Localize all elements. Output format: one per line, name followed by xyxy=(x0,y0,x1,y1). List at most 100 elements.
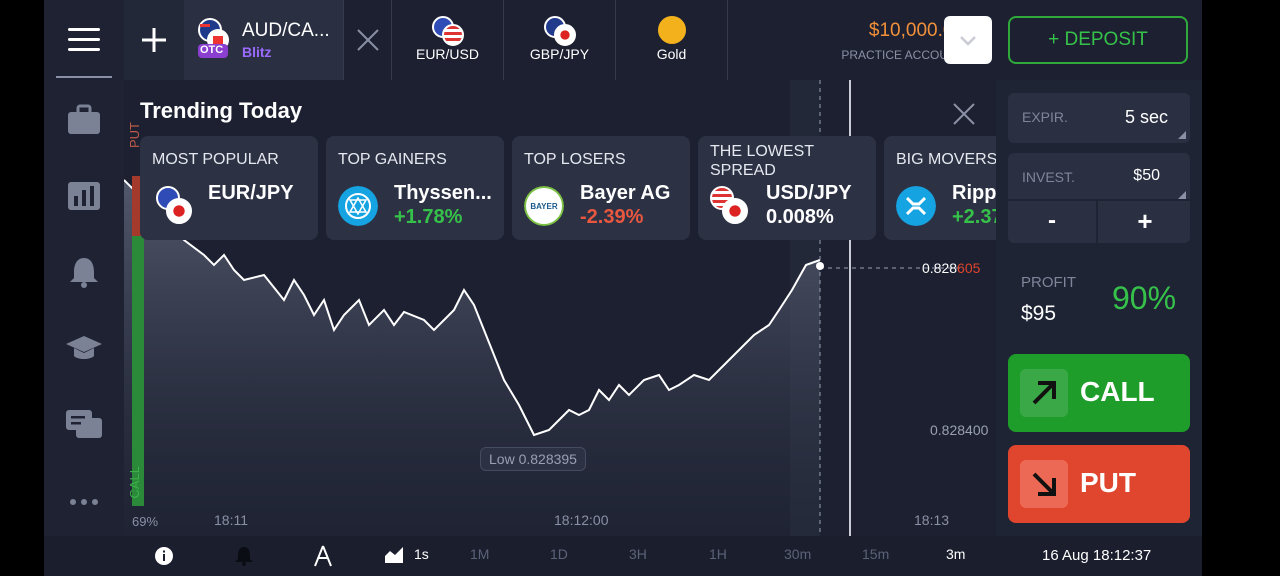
bayer-logo-text: BAYER xyxy=(530,202,557,211)
timeframe-30m[interactable]: 30m xyxy=(784,546,811,562)
active-tab-name: AUD/CA... xyxy=(242,20,330,41)
invest-value: $50 xyxy=(1133,167,1160,184)
gbp-jpy-flag-icon xyxy=(543,16,576,46)
trending-title: Trending Today xyxy=(140,98,303,123)
timeframe-15m[interactable]: 15m xyxy=(862,546,889,562)
tab-eur-usd-label: EUR/USD xyxy=(415,46,479,62)
profit-label: PROFIT xyxy=(1021,274,1076,291)
bell-icon[interactable] xyxy=(64,252,104,292)
card-name: Bayer AG xyxy=(580,182,671,204)
card-title: THE LOWEST SPREAD xyxy=(710,143,814,179)
account-balance[interactable]: $10,000.00 PRACTICE ACCOUNT xyxy=(764,20,964,62)
low-price-tag: Low 0.828395 xyxy=(480,447,586,471)
corner-arrow-icon xyxy=(1178,131,1186,139)
gold-icon xyxy=(656,16,688,46)
account-type: PRACTICE ACCOUNT xyxy=(841,48,964,62)
tab-eur-usd[interactable]: EUR/USD xyxy=(392,0,504,80)
card-title: TOP GAINERS xyxy=(338,151,447,168)
account-dropdown[interactable] xyxy=(944,16,992,64)
card-title: TOP LOSERS xyxy=(524,151,626,168)
chart-stats-icon[interactable] xyxy=(64,176,104,216)
tab-gold[interactable]: Gold xyxy=(616,0,728,80)
ripple-logo-icon xyxy=(896,186,936,226)
corner-arrow-icon xyxy=(1178,191,1186,199)
call-button[interactable]: CALL xyxy=(1008,354,1190,432)
chat-icon[interactable] xyxy=(64,404,104,444)
timeframe-1M[interactable]: 1M xyxy=(470,546,489,562)
close-trending-icon[interactable] xyxy=(952,102,976,126)
tab-aud-cad[interactable]: OTC AUD/CA... Blitz xyxy=(184,0,344,80)
tab-gbp-jpy[interactable]: GBP/JPY xyxy=(504,0,616,80)
call-label: CALL xyxy=(1080,376,1155,407)
card-name: Rippl xyxy=(952,182,1002,204)
deposit-button[interactable]: + DEPOSIT xyxy=(1008,16,1188,64)
timeframe-3m[interactable]: 3m xyxy=(946,546,965,562)
close-tab-button[interactable] xyxy=(344,0,392,80)
thyssenkrupp-logo-icon xyxy=(338,186,378,226)
chart-type-icon[interactable] xyxy=(384,546,404,564)
put-label: PUT xyxy=(1080,467,1136,498)
timeframe-1s[interactable]: 1s xyxy=(414,546,429,562)
balance-amount: $10,000.00 xyxy=(868,20,964,41)
menu-underline xyxy=(56,76,112,78)
alert-bell-icon[interactable] xyxy=(234,545,254,567)
current-price-dot xyxy=(816,262,824,270)
tab-gold-label: Gold xyxy=(656,46,687,62)
menu-icon[interactable] xyxy=(68,28,100,52)
tab-gbp-jpy-label: GBP/JPY xyxy=(529,46,590,62)
timeframe-3H[interactable]: 3H xyxy=(629,546,647,562)
time-label-3: 18:13 xyxy=(914,512,950,528)
drawing-tools-icon[interactable] xyxy=(312,544,334,568)
usd-jpy-flag-icon xyxy=(710,186,750,226)
trending-card-top-losers[interactable]: TOP LOSERS BAYER Bayer AG -2.39% xyxy=(512,136,690,240)
plus-icon xyxy=(142,28,166,52)
add-asset-button[interactable] xyxy=(124,0,184,80)
arrow-up-right-icon xyxy=(1020,369,1068,417)
current-price-label: 0.828605 xyxy=(922,260,980,276)
info-icon[interactable] xyxy=(154,546,174,566)
expiry-selector[interactable]: EXPIR. 5 sec xyxy=(1008,93,1190,143)
price-level-label: 0.828400 xyxy=(930,422,989,438)
trending-panel: Trending Today MOST POPULAR EUR/JPY TOP … xyxy=(140,90,1014,250)
eur-jpy-flag-icon xyxy=(152,186,192,226)
timeframe-1D[interactable]: 1D xyxy=(550,546,568,562)
trending-card-lowest-spread[interactable]: THE LOWEST SPREAD USD/JPY 0.008% xyxy=(698,136,876,240)
invest-increase-button[interactable]: + xyxy=(1100,201,1190,243)
time-label-2: 18:12:00 xyxy=(554,512,609,528)
current-price-tail: 605 xyxy=(957,260,981,276)
card-title: MOST POPULAR xyxy=(152,151,279,168)
invest-decrease-button[interactable]: - xyxy=(1008,201,1098,243)
timeframe-1H[interactable]: 1H xyxy=(709,546,727,562)
invest-label: INVEST. xyxy=(1022,169,1075,185)
more-icon[interactable] xyxy=(64,482,104,522)
trading-app: OTC AUD/CA... Blitz EUR/USD GBP/JPY Gold… xyxy=(44,0,1202,576)
put-button[interactable]: PUT xyxy=(1008,445,1190,523)
card-name: EUR/JPY xyxy=(208,182,294,204)
sentiment-percent: 69% xyxy=(132,514,159,529)
close-icon xyxy=(357,29,379,51)
card-value: -2.39% xyxy=(580,206,644,228)
arrow-down-right-icon xyxy=(1020,460,1068,508)
investment-selector[interactable]: INVEST. $50 - + xyxy=(1008,153,1190,243)
time-label-1: 18:11 xyxy=(214,512,248,528)
eur-usd-flag-icon xyxy=(431,16,464,46)
expiry-value: 5 sec xyxy=(1124,107,1168,127)
server-datetime: 16 Aug 18:12:37 xyxy=(1042,547,1152,564)
card-name: USD/JPY xyxy=(766,182,852,204)
card-value: 0.008% xyxy=(766,206,834,228)
active-tab-sub: Blitz xyxy=(242,44,272,60)
expiry-label: EXPIR. xyxy=(1022,109,1068,125)
trade-panel: EXPIR. 5 sec INVEST. $50 - + PROFIT $95 … xyxy=(996,80,1202,536)
trending-card-big-movers[interactable]: BIG MOVERS T Rippl +2.37 xyxy=(884,136,1014,240)
profit-value: $95 xyxy=(1021,302,1057,325)
card-value: +1.78% xyxy=(394,206,463,228)
card-name: Thyssen... xyxy=(394,182,492,204)
trending-card-top-gainers[interactable]: TOP GAINERS Thyssen... +1.78% xyxy=(326,136,504,240)
current-price-main: 0.828 xyxy=(922,260,958,276)
trending-card-most-popular[interactable]: MOST POPULAR EUR/JPY xyxy=(140,136,318,240)
bayer-logo-icon: BAYER xyxy=(524,186,564,226)
education-icon[interactable] xyxy=(64,328,104,368)
left-sidebar xyxy=(44,0,124,576)
top-bar: OTC AUD/CA... Blitz EUR/USD GBP/JPY Gold… xyxy=(124,0,1202,80)
portfolio-icon[interactable] xyxy=(64,100,104,140)
